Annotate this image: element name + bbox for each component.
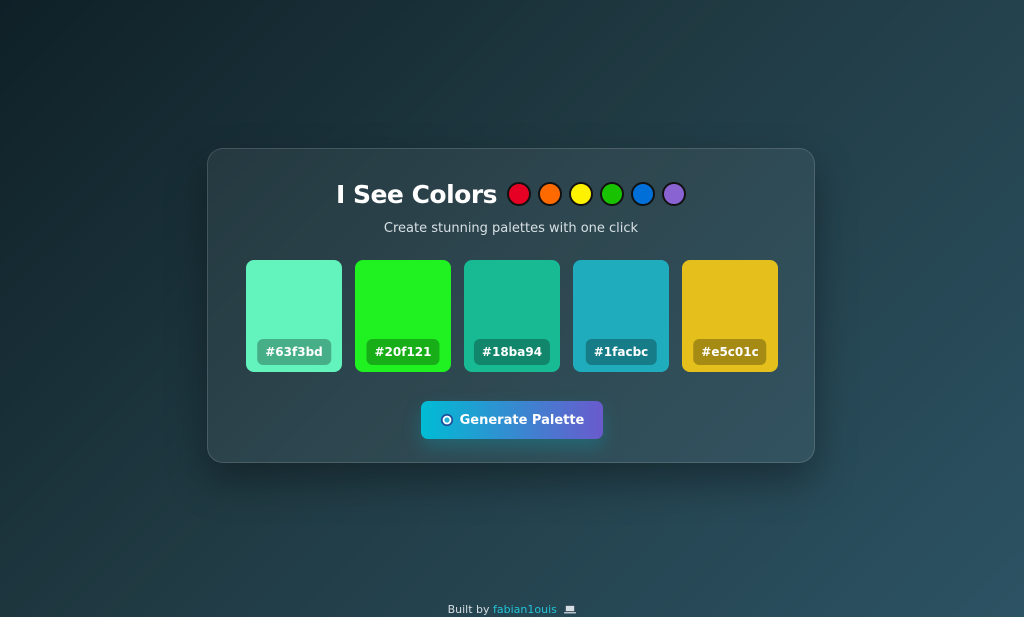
subtitle: Create stunning palettes with one click — [383, 221, 639, 236]
title-dot-yellow — [569, 182, 594, 206]
page-title: I See Colors — [335, 179, 498, 209]
color-swatches: #63f3bd #20f121 #18ba94 #1facbc #e5c01c — [246, 260, 778, 372]
swatch-hex-label: #e5c01c — [693, 339, 767, 365]
title-dot-orange — [538, 182, 563, 206]
title-dot-purple — [662, 182, 687, 206]
palette-icon — [440, 413, 453, 427]
swatch-hex-label: #18ba94 — [473, 339, 551, 365]
color-swatch-3[interactable]: #18ba94 — [464, 260, 560, 372]
swatch-hex-label: #63f3bd — [257, 339, 331, 365]
color-swatch-2[interactable]: #20f121 — [355, 260, 451, 372]
swatch-hex-label: #20f121 — [366, 339, 440, 365]
footer: Built by fabian1ouis — [0, 603, 1024, 616]
title-dot-green — [600, 182, 625, 206]
title-dot-blue — [631, 182, 656, 206]
laptop-icon — [564, 605, 577, 614]
swatch-hex-label: #1facbc — [585, 339, 657, 365]
color-swatch-5[interactable]: #e5c01c — [682, 260, 778, 372]
color-swatch-1[interactable]: #63f3bd — [246, 260, 342, 372]
header: I See Colors — [208, 178, 814, 210]
palette-card: I See Colors Create stunning palettes wi… — [207, 148, 815, 463]
generate-palette-button[interactable]: Generate Palette — [421, 401, 603, 439]
author-link[interactable]: fabian1ouis — [493, 603, 557, 616]
title-dot-red — [507, 182, 532, 206]
footer-prefix: Built by — [447, 603, 490, 616]
generate-button-label: Generate Palette — [459, 412, 585, 428]
title-color-dots — [507, 182, 687, 206]
color-swatch-4[interactable]: #1facbc — [573, 260, 669, 372]
